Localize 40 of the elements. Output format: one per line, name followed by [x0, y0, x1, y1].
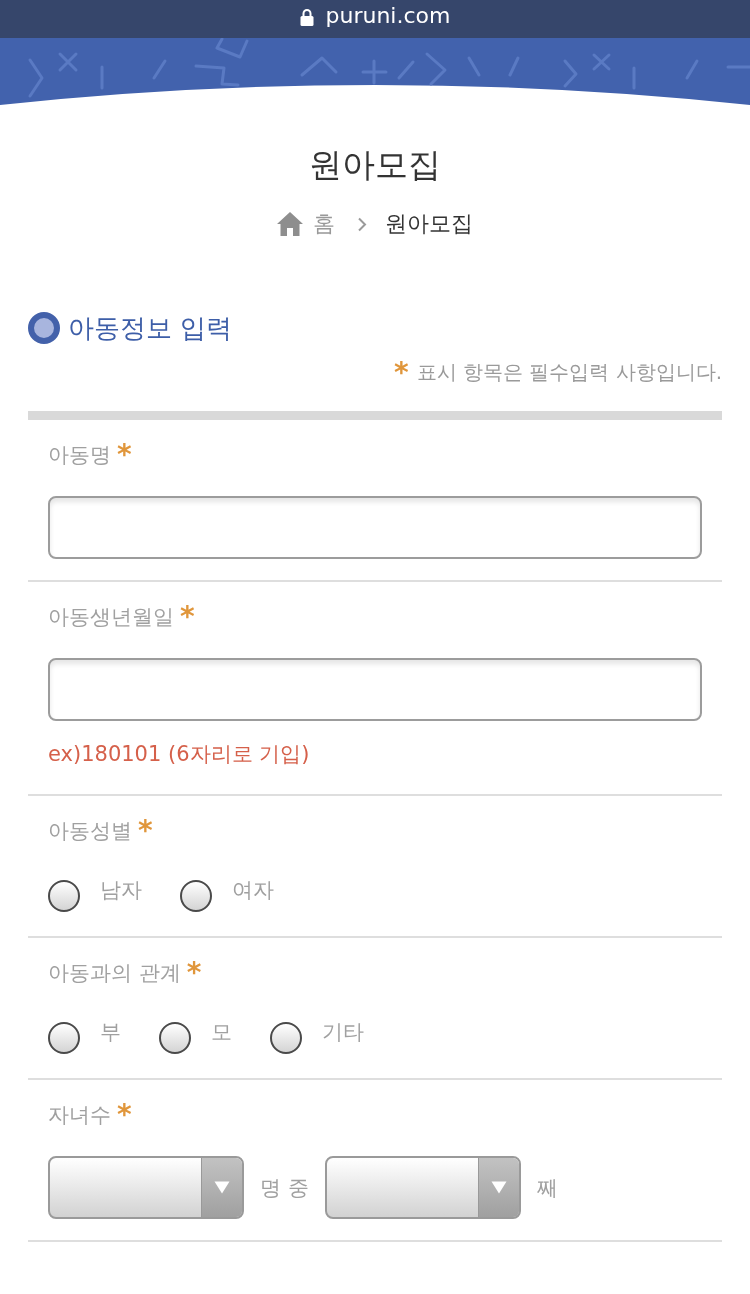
option-label: 남자 — [100, 877, 142, 903]
field-label: 아동생년월일 — [48, 604, 174, 630]
breadcrumb-current: 원아모집 — [385, 210, 473, 238]
required-note: 표시 항목은 필수입력 사항입니다. — [416, 359, 722, 386]
text-input-field[interactable] — [48, 658, 702, 721]
chevron-right-icon — [357, 216, 367, 232]
radio-button[interactable] — [48, 880, 80, 912]
unit-label: 명 중 — [260, 1174, 309, 1201]
input-hint: ex)180101 (6자리로 기입) — [48, 741, 310, 767]
required-mark: * — [186, 960, 202, 986]
section-title: 아동정보 입력 — [68, 312, 233, 345]
field-label: 아동성별 — [48, 818, 132, 844]
url-text: puruni.com — [325, 3, 451, 29]
dropdown-select[interactable] — [48, 1156, 244, 1219]
field-label: 아동명 — [48, 442, 111, 468]
field-label: 아동과의 관계 — [48, 960, 181, 986]
page-title: 원아모집 — [309, 145, 441, 185]
unit-label: 째 — [536, 1174, 558, 1201]
radio-button[interactable] — [48, 1022, 80, 1054]
option-label: 여자 — [232, 877, 274, 903]
dropdown-select[interactable] — [324, 1156, 521, 1219]
lock-icon — [299, 8, 314, 26]
breadcrumb-link[interactable]: 홈 — [313, 209, 335, 239]
required-mark: * — [138, 818, 153, 844]
required-mark: * — [393, 358, 409, 388]
option-label: 기타 — [322, 1019, 364, 1045]
home-icon[interactable] — [277, 212, 303, 236]
required-mark: * — [180, 604, 195, 630]
option-label: 모 — [211, 1019, 232, 1045]
option-label: 부 — [100, 1019, 121, 1045]
caret-down-icon — [214, 1181, 230, 1194]
caret-down-icon — [490, 1181, 507, 1194]
required-mark: * — [117, 442, 132, 468]
radio-button[interactable] — [270, 1022, 302, 1054]
bullet-icon — [28, 312, 60, 344]
radio-button[interactable] — [180, 880, 212, 912]
field-label: 자녀수 — [48, 1102, 111, 1128]
required-mark: * — [117, 1102, 132, 1128]
text-input-field[interactable] — [48, 496, 702, 559]
radio-button[interactable] — [159, 1022, 191, 1054]
